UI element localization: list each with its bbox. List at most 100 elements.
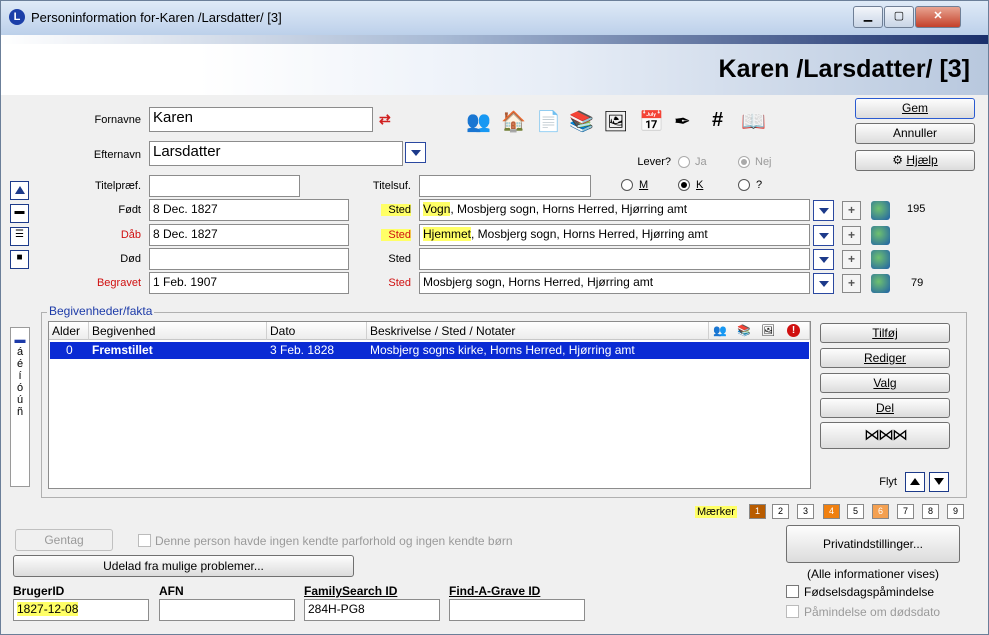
- birth-place-rest: , Mosbjerg sogn, Horns Herred, Hjørring …: [450, 202, 688, 216]
- surname-input[interactable]: Larsdatter: [149, 141, 403, 166]
- dna-button[interactable]: ⋈⋈⋈: [820, 422, 950, 449]
- single-line-button[interactable]: ▬: [10, 204, 29, 223]
- edit-fact-button[interactable]: Rediger: [820, 348, 950, 368]
- user-id-input[interactable]: 1827-12-08: [13, 599, 149, 621]
- accent-char-i[interactable]: í: [11, 370, 29, 382]
- multi-line-button[interactable]: ☰: [10, 227, 29, 246]
- title-bar: L Personinformation for-Karen /Larsdatte…: [1, 1, 988, 35]
- marker-6[interactable]: 6: [872, 504, 889, 519]
- facts-table[interactable]: Alder Begivenhed Dato Beskrivelse / Sted…: [48, 321, 811, 489]
- sex-unknown-radio[interactable]: [738, 179, 750, 191]
- minimize-button[interactable]: ▁: [853, 6, 883, 28]
- prefix-input[interactable]: [149, 175, 300, 197]
- sex-k-radio[interactable]: [678, 179, 690, 191]
- move-fact-up-button[interactable]: [905, 472, 925, 492]
- quill-icon[interactable]: ✒: [674, 109, 691, 134]
- familysearch-id-label[interactable]: FamilySearch ID: [304, 584, 397, 598]
- hash-icon[interactable]: #: [712, 109, 723, 132]
- burial-place-input[interactable]: Mosbjerg sogn, Horns Herred, Hjørring am…: [419, 272, 810, 294]
- birth-place-dropdown[interactable]: [813, 200, 834, 221]
- repeat-button[interactable]: Gentag: [15, 529, 113, 551]
- sex-m-radio[interactable]: [621, 179, 633, 191]
- marker-4[interactable]: 4: [823, 504, 840, 519]
- col-description[interactable]: Beskrivelse / Sted / Notater: [367, 322, 709, 340]
- death-globe-icon[interactable]: [871, 250, 890, 269]
- people-icon[interactable]: 👥: [466, 109, 491, 134]
- house-icon[interactable]: 🏠: [501, 109, 526, 134]
- baptism-add-icon[interactable]: +: [842, 226, 861, 245]
- col-age[interactable]: Alder: [49, 322, 89, 340]
- marker-2[interactable]: 2: [772, 504, 789, 519]
- book-icon[interactable]: 📖: [741, 109, 766, 134]
- suffix-input[interactable]: [419, 175, 591, 197]
- birthday-reminder-checkbox[interactable]: [786, 585, 799, 598]
- burial-globe-icon[interactable]: [871, 274, 890, 293]
- death-reminder-checkbox[interactable]: [786, 605, 799, 618]
- given-name-input[interactable]: Karen: [149, 107, 373, 132]
- baptism-place-input[interactable]: Hjemmet, Mosbjerg sogn, Horns Herred, Hj…: [419, 224, 810, 246]
- familysearch-id-input[interactable]: 284H-PG8: [304, 599, 440, 621]
- block-button[interactable]: ■: [10, 250, 29, 269]
- death-place-input[interactable]: [419, 248, 810, 270]
- help-button[interactable]: ⚙ Hjælp: [855, 150, 975, 171]
- marker-9[interactable]: 9: [947, 504, 964, 519]
- help-label: Hjælp: [906, 153, 938, 167]
- findagrave-id-input[interactable]: [449, 599, 585, 621]
- person-info-window: L Personinformation for-Karen /Larsdatte…: [0, 0, 989, 635]
- accent-char-u[interactable]: ú: [11, 394, 29, 406]
- burial-add-icon[interactable]: +: [842, 274, 861, 293]
- living-yes-radio[interactable]: [678, 156, 690, 168]
- col-date[interactable]: Dato: [267, 322, 367, 340]
- death-date-input[interactable]: [149, 248, 349, 270]
- accent-char-n[interactable]: ñ: [11, 406, 29, 418]
- media-icon[interactable]: 🖼: [603, 109, 628, 134]
- user-id-label: BrugerID: [13, 584, 65, 598]
- calendar-icon[interactable]: 📅: [639, 109, 664, 134]
- death-place-dropdown[interactable]: [813, 249, 834, 270]
- marker-7[interactable]: 7: [897, 504, 914, 519]
- burial-date-input[interactable]: 1 Feb. 1907: [149, 272, 349, 294]
- birth-globe-icon[interactable]: [871, 201, 890, 220]
- options-button[interactable]: Valg: [820, 373, 950, 393]
- baptism-date-input[interactable]: 8 Dec. 1827: [149, 224, 349, 246]
- privacy-button[interactable]: Privatindstillinger...: [786, 525, 960, 563]
- findagrave-id-label[interactable]: Find-A-Grave ID: [449, 584, 540, 598]
- baptism-place-rest: , Mosbjerg sogn, Horns Herred, Hjørring …: [471, 227, 708, 241]
- baptism-place-label: Sted: [381, 229, 411, 241]
- afn-input[interactable]: [159, 599, 295, 621]
- marker-3[interactable]: 3: [797, 504, 814, 519]
- add-fact-button[interactable]: Tilføj: [820, 323, 950, 343]
- save-button[interactable]: Gem: [855, 98, 975, 119]
- share-button[interactable]: Del: [820, 398, 950, 418]
- move-up-button[interactable]: [10, 181, 29, 200]
- swap-names-icon[interactable]: ⇄: [379, 111, 391, 128]
- baptism-place-dropdown[interactable]: [813, 225, 834, 246]
- maximize-button[interactable]: ▢: [884, 6, 914, 28]
- note-icon[interactable]: 📄: [536, 109, 561, 134]
- no-family-checkbox[interactable]: [138, 534, 151, 547]
- birth-add-icon[interactable]: +: [842, 201, 861, 220]
- accent-char-o[interactable]: ó: [11, 382, 29, 394]
- death-add-icon[interactable]: +: [842, 250, 861, 269]
- check-problems-button[interactable]: Udelad fra mulige problemer...: [13, 555, 354, 577]
- surname-dropdown-button[interactable]: [405, 142, 426, 163]
- birth-date-input[interactable]: 8 Dec. 1827: [149, 199, 349, 221]
- sources-icon[interactable]: 📚: [569, 109, 594, 134]
- burial-place-label: Sted: [388, 277, 411, 289]
- cancel-button[interactable]: Annuller: [855, 123, 975, 144]
- dna-icon: ⋈⋈⋈: [864, 427, 908, 444]
- burial-place-dropdown[interactable]: [813, 273, 834, 294]
- accent-char-a[interactable]: á: [11, 346, 29, 358]
- move-fact-down-button[interactable]: [929, 472, 949, 492]
- close-button[interactable]: ✕: [915, 6, 961, 28]
- marker-8[interactable]: 8: [922, 504, 939, 519]
- baptism-globe-icon[interactable]: [871, 226, 890, 245]
- accent-char-e[interactable]: é: [11, 358, 29, 370]
- table-row[interactable]: 0 Fremstillet 3 Feb. 1828 Mosbjerg sogns…: [50, 342, 809, 359]
- col-event[interactable]: Begivenhed: [89, 322, 267, 340]
- marker-5[interactable]: 5: [847, 504, 864, 519]
- living-no-radio[interactable]: [738, 156, 750, 168]
- birth-place-input[interactable]: Vogn, Mosbjerg sogn, Horns Herred, Hjørr…: [419, 199, 810, 221]
- row-description: Mosbjerg sogns kirke, Horns Herred, Hjør…: [370, 343, 635, 357]
- marker-1[interactable]: 1: [749, 504, 766, 519]
